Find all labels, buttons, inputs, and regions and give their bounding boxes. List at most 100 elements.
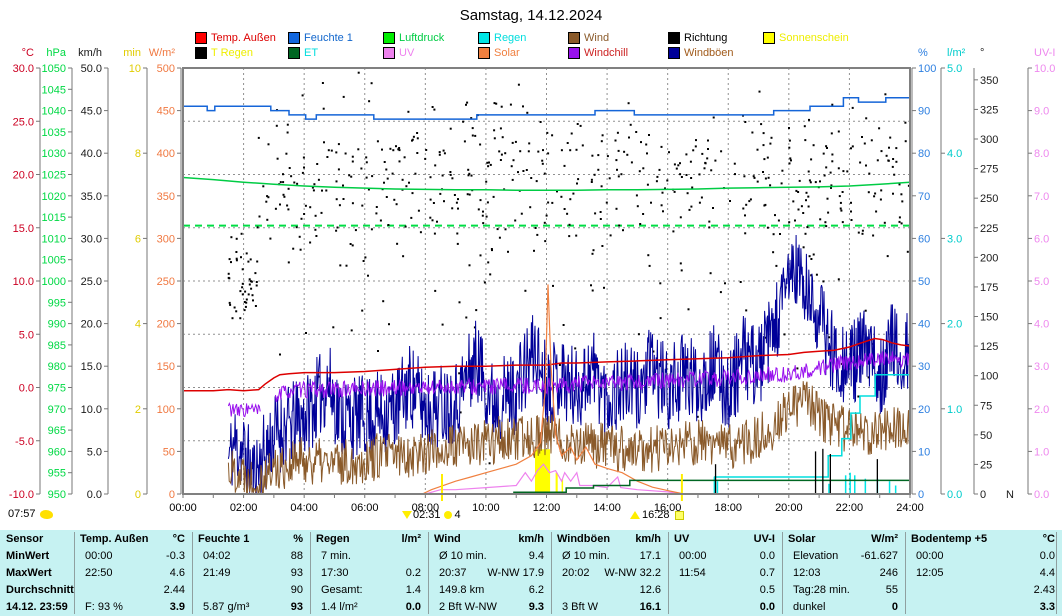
table-row: Windkm/h [428, 531, 551, 548]
legend-swatch [195, 32, 207, 44]
table-cell-value: W-NW 17.9 [487, 565, 544, 582]
legend-item-UV: UV [383, 46, 414, 59]
axis-tick-label: 250 [980, 193, 998, 205]
axis-tick-label: -10.0 [9, 489, 34, 501]
up-triangle-icon [630, 511, 640, 519]
table-cell-label: 12:05 [916, 565, 944, 582]
legend-swatch [383, 32, 395, 44]
table-cell-value: 3.9 [170, 599, 185, 616]
axis-tick-label: 100 [980, 371, 998, 383]
axis-tick-label: 10.0 [81, 404, 102, 416]
table-cell-value: 2.44 [164, 582, 185, 599]
legend-item-Windchill: Windchill [568, 46, 628, 59]
table-row: Temp. Außen°C [74, 531, 192, 548]
legend-label: Windchill [584, 47, 628, 59]
table-row: 0.0 [668, 599, 782, 616]
table-cell-label: Solar [788, 531, 816, 548]
table-divider [74, 532, 75, 614]
legend-item-Sonnenschein: Sonnenschein [763, 31, 849, 44]
table-cell-label: 1.4 l/m² [321, 599, 358, 616]
axis-tick-label: 4.0 [947, 148, 962, 160]
table-row: 12.6 [551, 582, 668, 599]
table-row: Windböenkm/h [551, 531, 668, 548]
x-tick-label: 04:00 [290, 502, 318, 514]
table-row: Tag:28 min.55 [782, 582, 905, 599]
legend-swatch [763, 32, 775, 44]
chart-canvas: -10.0-5.00.05.010.015.020.025.030.0°C950… [0, 0, 1062, 530]
table-cell-value: 9.4 [529, 548, 544, 565]
legend-item-Temp. Außen: Temp. Außen [195, 31, 276, 44]
axis-%: 0102030405060708090100% [912, 47, 936, 501]
table-cell-value: -61.627 [861, 548, 898, 565]
table-cell-value: 3.3 [1040, 599, 1055, 616]
table-cell-value: 0.0 [760, 548, 775, 565]
table-cell-label: Temp. Außen [80, 531, 148, 548]
axis-tick-label: 25 [980, 459, 992, 471]
axis-tick-label: 10.0 [13, 276, 34, 288]
axis-tick-label: 8 [135, 148, 141, 160]
table-row: 149.8 km6.2 [428, 582, 551, 599]
table-cell-value: 0.2 [406, 565, 421, 582]
table-row: 2 Bft W-NW9.3 [428, 599, 551, 616]
axis-tick-label: 35.0 [81, 191, 102, 203]
table-row: F: 93 %3.9 [74, 599, 192, 616]
axis-tick-label: 3.0 [1034, 361, 1049, 373]
axis-l/m²: 0.01.02.03.04.05.0l/m² [941, 47, 966, 501]
table-cell-label: Gesamt: [321, 582, 363, 599]
legend-label: Feuchte 1 [304, 32, 353, 44]
table-cell-value: 12.6 [640, 582, 661, 599]
axis-tick-label: 1000 [42, 276, 66, 288]
axis-tick-label: 20.0 [13, 170, 34, 182]
table-row: 00:000.0 [905, 548, 1062, 565]
table-cell-value: 9.3 [529, 599, 544, 616]
table-column-Wind: Windkm/hØ 10 min.9.420:37W-NW 17.9149.8 … [428, 530, 551, 616]
axis-tick-label: 25.0 [13, 116, 34, 128]
axis-tick-label: 30.0 [81, 233, 102, 245]
table-divider [782, 532, 783, 614]
axis-tick-label: 990 [48, 319, 66, 331]
legend-label: Windböen [684, 47, 734, 59]
table-cell-value: 0.0 [1040, 548, 1055, 565]
table-cell-label: Sensor [6, 531, 43, 548]
axis-tick-label: 125 [980, 341, 998, 353]
table-row: Gesamt:1.4 [310, 582, 428, 599]
axis-tick-label: 965 [48, 425, 66, 437]
table-column-UV: UVUV-I00:000.011:540.70.50.0 [668, 530, 782, 616]
stats-table: SensorMinWertMaxWertDurchschnitt14.12. 2… [0, 530, 1062, 616]
axis-tick-label: 50.0 [81, 63, 102, 75]
axis-tick-label: 4.0 [1034, 319, 1049, 331]
table-cell-label: Regen [316, 531, 350, 548]
table-cell-value: % [293, 531, 303, 548]
axis-UV-I: 0.01.02.03.04.05.06.07.08.09.010.0UV-I [1028, 47, 1055, 501]
table-cell-label: 22:50 [85, 565, 113, 582]
x-tick-label: 20:00 [775, 502, 803, 514]
table-row: 2.44 [74, 582, 192, 599]
table-cell-label: 04:02 [203, 548, 231, 565]
table-row: 21:4993 [192, 565, 310, 582]
axis-°: 0N25507510012515017520022525027530032535… [974, 47, 1014, 501]
table-column-Solar: SolarW/m²Elevation-61.62712:03246Tag:28 … [782, 530, 905, 616]
axis-tick-label: 10 [918, 446, 930, 458]
table-cell-value: -0.3 [166, 548, 185, 565]
axis-tick-label: 6.0 [1034, 233, 1049, 245]
table-row: 12:03246 [782, 565, 905, 582]
axis-tick-label: 80 [918, 148, 930, 160]
axis-tick-label: 960 [48, 446, 66, 458]
table-cell-label: MinWert [6, 548, 49, 565]
legend-label: Wind [584, 32, 609, 44]
table-cell-label: 12:03 [793, 565, 821, 582]
axis-unit-label: UV-I [1034, 47, 1055, 59]
legend-label: T Regen [211, 47, 253, 59]
table-cell-label: 20:37 [439, 565, 467, 582]
axis-unit-label: min [123, 47, 141, 59]
table-cell-value: °C [1043, 531, 1055, 548]
table-row: 7 min. [310, 548, 428, 565]
axis-tick-label: 50 [980, 430, 992, 442]
table-row: 90 [192, 582, 310, 599]
axis-tick-label: 1015 [42, 212, 66, 224]
axis-tick-label: 975 [48, 383, 66, 395]
axis-tick-label: 0 [980, 489, 986, 501]
table-cell-label: Wind [434, 531, 461, 548]
axis-tick-label: 50 [163, 446, 175, 458]
axis-tick-label: 300 [980, 134, 998, 146]
